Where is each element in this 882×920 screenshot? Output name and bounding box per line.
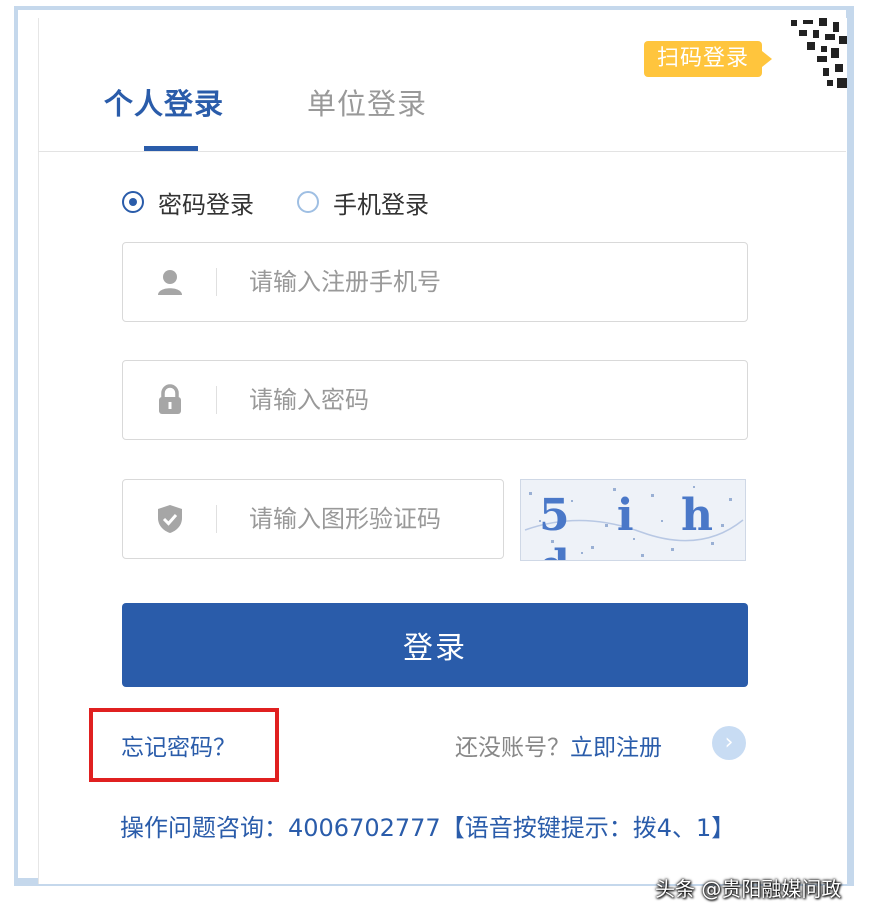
phone-input[interactable] [247,267,671,297]
radio-password-label: 密码登录 [158,190,254,219]
radio-checked-icon [122,191,144,213]
register-link[interactable]: 立即注册 [570,728,662,762]
captcha-input[interactable] [247,504,481,534]
captcha-field[interactable] [122,479,504,559]
register-prompt-text: 还没账号？ [455,735,570,761]
captcha-image[interactable]: 5 i h d [520,479,746,561]
radio-phone-login[interactable]: 手机登录 [297,187,429,219]
radio-unchecked-icon [297,191,319,213]
highlight-box [89,708,279,782]
scan-login-tag[interactable]: 扫码登录 [644,41,772,77]
password-field[interactable] [122,360,748,440]
tab-personal-login[interactable]: 个人登录 [104,84,224,124]
watermark: 头条 @贵阳融媒问政 [655,877,842,901]
lock-icon [123,384,217,416]
radio-phone-label: 手机登录 [333,190,429,219]
captcha-text: 5 i h d [539,490,729,560]
password-input[interactable] [247,385,671,415]
tab-divider [38,151,846,152]
radio-password-login[interactable]: 密码登录 [122,187,254,219]
user-icon [123,267,217,297]
shield-icon [123,503,217,535]
helpline-text: 操作问题咨询：4006702777【语音按键提示：拨4、1】 [120,814,736,842]
phone-field[interactable] [122,242,748,322]
login-button[interactable]: 登录 [122,603,748,687]
chevron-right-icon[interactable]: › [712,726,746,760]
qr-code-corner[interactable] [777,18,847,88]
register-prompt: 还没账号？ 立即注册 [455,728,662,762]
tab-organization-login[interactable]: 单位登录 [307,84,427,124]
